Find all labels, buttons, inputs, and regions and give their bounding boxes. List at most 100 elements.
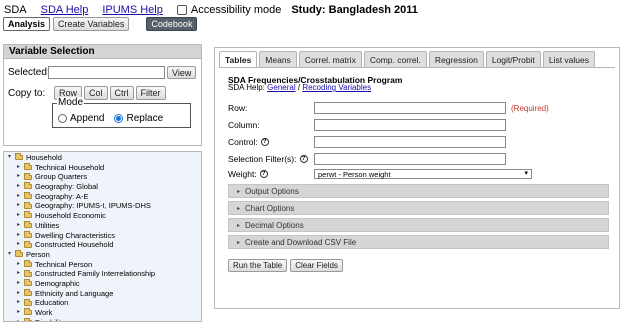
tree-item[interactable]: ▸ Dwelling Characteristics: [4, 231, 201, 241]
tree-item[interactable]: ▸ Geography: IPUMS-I, IPUMS-DHS: [4, 201, 201, 211]
tree-item[interactable]: ▸ Utilities: [4, 221, 201, 231]
tab-means[interactable]: Means: [259, 51, 297, 67]
tree-item[interactable]: ▸ Work: [4, 308, 201, 318]
row-input[interactable]: [314, 102, 506, 114]
folder-icon: [24, 308, 32, 316]
tree-item[interactable]: ▸ Geography: Global: [4, 182, 201, 192]
control-input[interactable]: [314, 136, 506, 148]
collapse-arrow-icon[interactable]: ▸: [17, 279, 24, 289]
tab-correl-matrix[interactable]: Correl. matrix: [298, 51, 362, 67]
required-text: (Required): [511, 103, 549, 113]
selected-input[interactable]: [48, 66, 165, 79]
tree-item[interactable]: ▸ Technical Household: [4, 163, 201, 173]
expand-arrow-icon[interactable]: ▾: [8, 153, 15, 163]
tree-item-label: Geography: Global: [35, 182, 98, 192]
collapse-arrow-icon[interactable]: ▸: [17, 221, 24, 231]
tree-item[interactable]: ▸ Constructed Household: [4, 240, 201, 250]
tab-comp-correl[interactable]: Comp. correl.: [363, 51, 427, 67]
help-recoding-link[interactable]: Recoding Variables: [302, 83, 371, 92]
tree-item-label: Technical Household: [35, 162, 105, 172]
variable-tree[interactable]: ▾ Household ▸ Technical Household ▸ Group Qua…: [3, 151, 202, 322]
copy-filter-button[interactable]: Filter: [135, 86, 166, 100]
collapse-arrow-icon[interactable]: ▸: [17, 269, 24, 279]
folder-icon: [24, 288, 32, 296]
tree-item[interactable]: ▸ Group Quarters: [4, 172, 201, 182]
column-input[interactable]: [314, 119, 506, 131]
analysis-button[interactable]: Analysis: [3, 17, 51, 31]
tree-item[interactable]: ▸ Household Economic: [4, 211, 201, 221]
collapse-arrow-icon[interactable]: ▸: [17, 289, 24, 299]
replace-label[interactable]: Replace: [126, 113, 163, 124]
tree-item[interactable]: ▾ Household: [4, 153, 201, 163]
collapse-arrow-icon[interactable]: ▸: [17, 298, 24, 308]
mode-fieldset: Mode Append Replace: [52, 97, 191, 128]
folder-icon: [24, 221, 32, 229]
create-variables-button[interactable]: Create Variables: [53, 17, 130, 31]
tab-tables[interactable]: Tables: [219, 51, 258, 68]
tab-list-values[interactable]: List values: [542, 51, 596, 67]
collapse-arrow-icon[interactable]: ▸: [17, 201, 24, 211]
tree-item[interactable]: ▸ Constructed Family Interrelationship: [4, 269, 201, 279]
collapse-arrow-icon[interactable]: ▸: [17, 211, 24, 221]
replace-radio[interactable]: [114, 114, 124, 123]
tab-regression[interactable]: Regression: [428, 51, 484, 67]
collapse-arrow-icon[interactable]: ▸: [17, 172, 24, 182]
accessibility-checkbox[interactable]: [176, 5, 187, 15]
variable-selection-header: Variable Selection: [4, 45, 201, 59]
form-help: SDA Help: General / Recoding Variables: [228, 83, 371, 92]
tree-item[interactable]: ▾ Person: [4, 250, 201, 260]
copy-ctrl-button[interactable]: Ctrl: [109, 86, 134, 100]
copy-col-button[interactable]: Col: [84, 86, 108, 100]
append-radio[interactable]: [58, 114, 67, 123]
filter-input[interactable]: [314, 153, 506, 165]
folder-icon: [24, 172, 32, 180]
collapse-arrow-icon[interactable]: ▸: [17, 260, 24, 270]
collapse-arrow-icon[interactable]: ▸: [17, 182, 24, 192]
weight-help-icon[interactable]: ?: [259, 170, 268, 178]
collapse-arrow-icon[interactable]: ▸: [17, 240, 24, 250]
ipums-help-link[interactable]: IPUMS Help: [102, 4, 163, 16]
append-label[interactable]: Append: [70, 113, 104, 124]
tree-item[interactable]: ▸ Technical Person: [4, 260, 201, 270]
folder-icon: [24, 318, 32, 321]
collapse-arrow-icon[interactable]: ▸: [17, 192, 24, 202]
accordion-section[interactable]: ▸ Chart Options: [228, 201, 609, 215]
analysis-panel: Tables Means Correl. matrix Comp. correl. Re…: [214, 47, 620, 309]
weight-select[interactable]: perwt - Person weight ▾: [314, 169, 532, 179]
expand-arrow-icon[interactable]: ▾: [8, 250, 15, 260]
tree-item[interactable]: ▸ Disability: [4, 318, 201, 321]
folder-icon: [24, 279, 32, 287]
tree-item[interactable]: ▸ Demographic: [4, 279, 201, 289]
folder-icon: [24, 182, 32, 190]
tree-item[interactable]: ▸ Education: [4, 298, 201, 308]
control-help-icon[interactable]: ?: [260, 138, 269, 146]
tree-item-label: Technical Person: [35, 259, 93, 269]
chevron-down-icon: ▾: [524, 170, 528, 177]
tree-item-label: Household Economic: [35, 211, 106, 221]
accordion-section[interactable]: ▸ Create and Download CSV File: [228, 235, 609, 249]
accordion-section-label: Chart Options: [245, 203, 295, 213]
control-label: Control:: [228, 137, 258, 147]
collapse-arrow-icon[interactable]: ▸: [17, 231, 24, 241]
help-general-link[interactable]: General: [267, 83, 295, 92]
filter-help-icon[interactable]: ?: [299, 155, 308, 163]
row-field-row: Row: (Required): [228, 102, 549, 114]
view-button[interactable]: View: [167, 66, 197, 79]
tab-logit-probit[interactable]: Logit/Probit: [485, 51, 541, 67]
sda-help-link[interactable]: SDA Help: [41, 4, 89, 16]
tree-item[interactable]: ▸ Ethnicity and Language: [4, 289, 201, 299]
accordion-section[interactable]: ▸ Decimal Options: [228, 218, 609, 232]
tree-item[interactable]: ▸ Geography: A-E: [4, 192, 201, 202]
collapse-arrow-icon[interactable]: ▸: [17, 318, 24, 321]
codebook-button[interactable]: Codebook: [146, 17, 198, 31]
row-label: Row:: [228, 103, 248, 113]
clear-fields-button[interactable]: Clear Fields: [290, 259, 343, 272]
tree-item-label: Utilities: [35, 220, 60, 230]
accessibility-toggle[interactable]: Accessibility mode: [176, 4, 281, 16]
run-table-button[interactable]: Run the Table: [228, 259, 288, 272]
accordion-section[interactable]: ▸ Output Options: [228, 184, 609, 198]
analysis-tabs: Tables Means Correl. matrix Comp. correl. Re…: [219, 51, 596, 68]
collapse-arrow-icon[interactable]: ▸: [17, 163, 24, 173]
tree-item-label: Education: [35, 298, 69, 308]
collapse-arrow-icon[interactable]: ▸: [17, 308, 24, 318]
